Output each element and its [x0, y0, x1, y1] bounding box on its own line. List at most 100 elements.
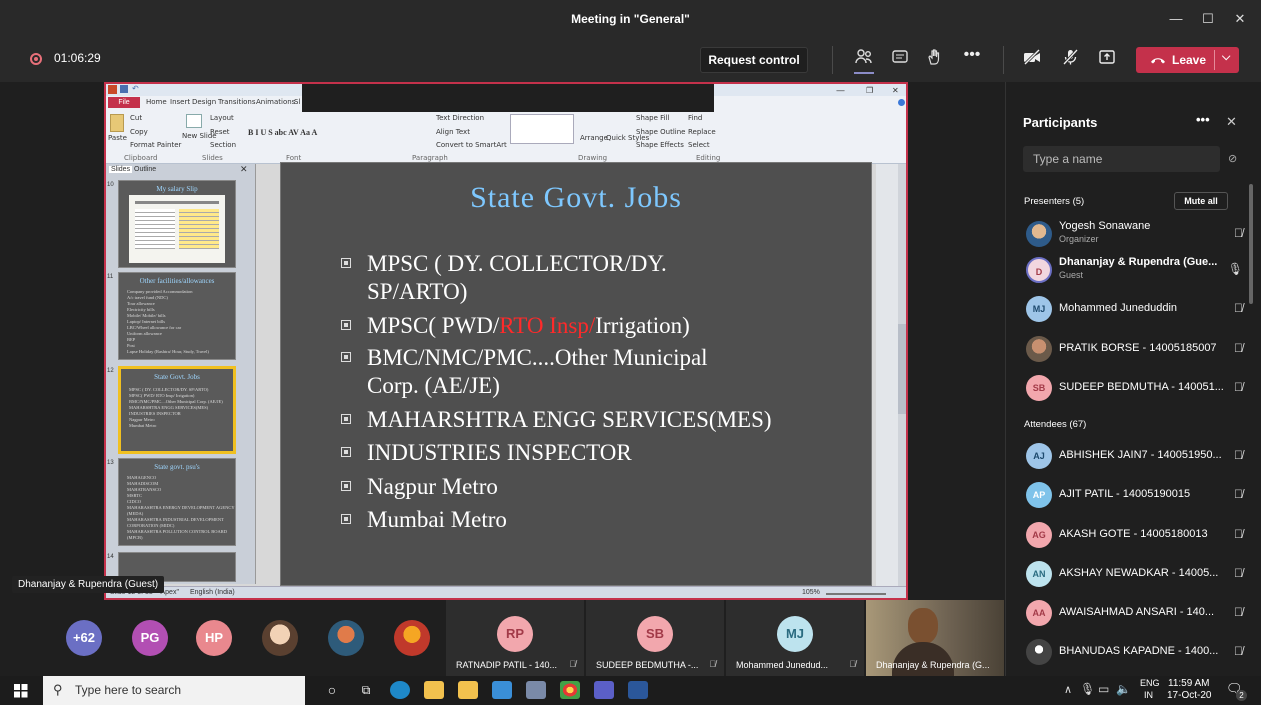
- clock-date[interactable]: 17-Oct-20: [1167, 690, 1211, 701]
- overflow-count[interactable]: +62: [66, 620, 102, 656]
- slide-thumb-10[interactable]: My salary Slip: [118, 180, 236, 268]
- word-icon[interactable]: [628, 681, 648, 699]
- panel-close-icon[interactable]: ✕: [240, 164, 248, 175]
- video-tile[interactable]: Dhananjay & Rupendra (G...: [866, 600, 1004, 676]
- camera-off-icon[interactable]: [1020, 48, 1044, 71]
- attendees-header[interactable]: Attendees (67): [1024, 419, 1086, 430]
- undo-icon[interactable]: ↶: [132, 84, 139, 93]
- teams-icon[interactable]: [594, 681, 614, 699]
- clock-time[interactable]: 11:59 AM: [1168, 678, 1210, 689]
- file-tab[interactable]: File: [108, 97, 140, 108]
- more-options-icon[interactable]: •••: [960, 46, 984, 64]
- participant-row[interactable]: AG AKASH GOTE - 14005180013 🎙̸: [1023, 518, 1245, 552]
- panel-tab-outline[interactable]: Outline: [134, 166, 156, 173]
- tab-insert[interactable]: Insert: [170, 98, 190, 106]
- tab-slideshow[interactable]: Sl: [294, 98, 300, 106]
- save-icon[interactable]: [120, 85, 128, 93]
- shape-fill-button[interactable]: Shape Fill: [636, 114, 670, 122]
- participant-tile[interactable]: SB SUDEEP BEDMUTHA -... 🎙̸: [586, 600, 724, 676]
- participant-row[interactable]: PRATIK BORSE - 14005185007 🎙̸: [1023, 332, 1245, 366]
- input-region[interactable]: IN: [1144, 690, 1153, 700]
- raise-hand-icon[interactable]: [922, 48, 946, 71]
- input-language[interactable]: ENG: [1140, 678, 1160, 688]
- paint-icon[interactable]: [526, 681, 546, 699]
- shape-outline-button[interactable]: Shape Outline: [636, 128, 685, 136]
- participant-row[interactable]: AP AJIT PATIL - 14005190015 🎙̸: [1023, 478, 1245, 512]
- panel-scrollbar[interactable]: [1249, 184, 1253, 304]
- arrange-button[interactable]: Arrange: [580, 134, 608, 142]
- avatar[interactable]: HP: [196, 620, 232, 656]
- presenters-header[interactable]: Presenters (5): [1024, 196, 1084, 207]
- participants-icon[interactable]: [852, 48, 876, 74]
- shapes-gallery[interactable]: [510, 114, 574, 144]
- request-control-button[interactable]: Request control: [700, 47, 808, 73]
- windows-start-icon[interactable]: [14, 684, 28, 703]
- layout-button[interactable]: Layout: [210, 114, 234, 122]
- participant-row[interactable]: AA AWAISAHMAD ANSARI - 140... 🎙̸: [1023, 596, 1245, 630]
- edge-icon[interactable]: [390, 681, 410, 699]
- tab-animations[interactable]: Animations: [256, 98, 295, 106]
- participant-tile[interactable]: MJ Mohammed Junedud... 🎙̸: [726, 600, 864, 676]
- close-window-button[interactable]: ✕: [1226, 0, 1254, 38]
- participant-row[interactable]: AJ ABHISHEK JAIN7 - 140051950... 🎙̸: [1023, 439, 1245, 473]
- slide-thumb-13[interactable]: State govt. psu's MAHAGENCO MAHADISCOM MAH…: [118, 458, 236, 546]
- cortana-icon[interactable]: ○: [322, 681, 342, 699]
- slide-thumb-12[interactable]: State Govt. Jobs MPSC ( DY. COLLECTOR/DY…: [118, 366, 236, 454]
- convert-smartart-button[interactable]: Convert to SmartArt: [436, 141, 507, 149]
- avatar-photo[interactable]: [394, 620, 430, 656]
- file-explorer-icon[interactable]: [424, 681, 444, 699]
- mute-all-button[interactable]: Mute all: [1174, 192, 1228, 210]
- volume-icon[interactable]: 🔈: [1116, 682, 1131, 696]
- replace-button[interactable]: Replace: [688, 128, 716, 136]
- tab-design[interactable]: Design: [192, 98, 216, 106]
- section-button[interactable]: Section: [210, 141, 236, 149]
- reset-button[interactable]: Reset: [210, 128, 230, 136]
- help-icon[interactable]: [898, 99, 905, 106]
- share-invite-icon[interactable]: ⊘: [1228, 152, 1237, 165]
- select-button[interactable]: Select: [688, 141, 710, 149]
- ppt-restore-icon[interactable]: ❐: [866, 86, 873, 95]
- zoom-slider[interactable]: [826, 593, 886, 595]
- new-slide-icon[interactable]: [186, 114, 202, 128]
- minimize-button[interactable]: —: [1162, 0, 1190, 38]
- ppt-close-icon[interactable]: ✕: [892, 86, 899, 95]
- network-icon[interactable]: ▭: [1098, 682, 1109, 696]
- tab-home[interactable]: Home: [146, 98, 167, 106]
- panel-tab-slides[interactable]: Slides: [109, 166, 133, 173]
- participant-row[interactable]: SB SUDEEP BEDMUTHA - 140051... 🎙̸: [1023, 371, 1245, 405]
- participant-search-input[interactable]: Type a name: [1023, 146, 1220, 172]
- participant-tile[interactable]: RP RATNADIP PATIL - 140... 🎙̸: [446, 600, 584, 676]
- tray-mic-icon[interactable]: 🎙: [1080, 682, 1095, 696]
- avatar[interactable]: PG: [132, 620, 168, 656]
- participant-row[interactable]: MJ Mohammed Juneduddin 🎙̸: [1023, 292, 1245, 326]
- align-text-button[interactable]: Align Text: [436, 128, 470, 136]
- participant-row[interactable]: AN AKSHAY NEWADKAR - 14005... 🎙̸: [1023, 557, 1245, 591]
- chat-icon[interactable]: [888, 48, 912, 71]
- paste-icon[interactable]: [110, 114, 124, 132]
- ppt-minimize-icon[interactable]: —: [836, 86, 845, 96]
- chrome-icon[interactable]: [560, 681, 580, 699]
- avatar-photo[interactable]: [328, 620, 364, 656]
- font-format-controls[interactable]: B I U S abc AV Aa A: [248, 128, 317, 137]
- tab-transitions[interactable]: Transitions: [218, 98, 256, 106]
- main-slide[interactable]: State Govt. Jobs MPSC ( DY. COLLECTOR/DY…: [280, 162, 872, 586]
- maximize-button[interactable]: ☐: [1194, 0, 1222, 38]
- share-screen-icon[interactable]: [1095, 48, 1119, 71]
- text-direction-button[interactable]: Text Direction: [436, 114, 484, 122]
- slide-thumb-11[interactable]: Other facilities/allowances Company prov…: [118, 272, 236, 360]
- find-button[interactable]: Find: [688, 114, 702, 122]
- participant-row[interactable]: D Dhananjay & Rupendra (Gue... Guest 🎙: [1023, 253, 1245, 287]
- avatar-photo[interactable]: [262, 620, 298, 656]
- tray-chevron-up-icon[interactable]: ∧: [1064, 683, 1072, 696]
- leave-button[interactable]: Leave ⌵: [1136, 47, 1239, 73]
- mail-icon[interactable]: [492, 681, 512, 699]
- cut-button[interactable]: Cut: [130, 114, 142, 122]
- participant-row[interactable]: BHANUDAS KAPADNE - 1400... 🎙̸: [1023, 635, 1245, 669]
- store-icon[interactable]: [458, 681, 478, 699]
- copy-button[interactable]: Copy: [130, 128, 148, 136]
- more-options-icon[interactable]: •••: [1196, 112, 1210, 127]
- task-view-icon[interactable]: ⧉: [356, 681, 376, 699]
- format-painter-button[interactable]: Format Painter: [130, 141, 181, 149]
- chevron-down-icon[interactable]: ⌵: [1222, 51, 1230, 64]
- taskbar-search-input[interactable]: Type here to search: [43, 676, 305, 705]
